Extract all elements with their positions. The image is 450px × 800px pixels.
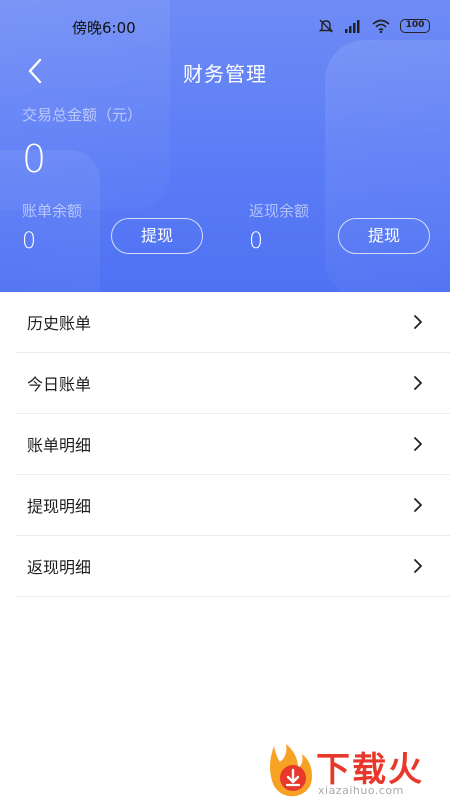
chevron-right-icon bbox=[414, 376, 422, 390]
finance-header: 傍晚6:00 100 财务管理 交易总金额（元） 0 账单余额 0 提现 返现余… bbox=[0, 0, 450, 292]
status-time: 傍晚6:00 bbox=[72, 19, 136, 37]
chevron-right-icon bbox=[414, 315, 422, 329]
withdraw-cashback-button[interactable]: 提现 bbox=[338, 218, 430, 254]
watermark-logo: 下载火 xiazaihuo.com bbox=[264, 738, 444, 800]
chevron-right-icon bbox=[414, 498, 422, 512]
cashback-balance-label: 返现余额 bbox=[249, 202, 310, 220]
total-amount-value: 0 bbox=[22, 137, 47, 181]
menu-item-cashback-details[interactable]: 返现明细 bbox=[16, 536, 450, 597]
cashback-balance-value: 0 bbox=[249, 229, 263, 254]
header-decoration bbox=[0, 150, 100, 292]
status-icons: 100 bbox=[318, 18, 430, 34]
withdraw-bill-button[interactable]: 提现 bbox=[111, 218, 203, 254]
chevron-right-icon bbox=[414, 559, 422, 573]
menu-item-withdraw-details[interactable]: 提现明细 bbox=[16, 475, 450, 536]
watermark-url-text: xiazaihuo.com bbox=[318, 784, 404, 797]
status-bar: 傍晚6:00 100 bbox=[0, 0, 450, 56]
menu-item-label: 今日账单 bbox=[27, 375, 92, 394]
wifi-icon bbox=[372, 19, 390, 33]
finance-menu-list: 历史账单 今日账单 账单明细 提现明细 返现明细 bbox=[16, 292, 450, 597]
menu-item-today-bills[interactable]: 今日账单 bbox=[16, 353, 450, 414]
menu-item-label: 提现明细 bbox=[27, 497, 92, 516]
battery-icon: 100 bbox=[400, 19, 430, 33]
menu-item-bill-details[interactable]: 账单明细 bbox=[16, 414, 450, 475]
menu-item-history-bills[interactable]: 历史账单 bbox=[16, 292, 450, 353]
menu-item-label: 账单明细 bbox=[27, 436, 92, 455]
flame-download-icon bbox=[270, 744, 312, 797]
total-amount-label: 交易总金额（元） bbox=[22, 106, 143, 124]
signal-icon bbox=[345, 20, 360, 33]
bill-balance-label: 账单余额 bbox=[22, 202, 83, 220]
chevron-right-icon bbox=[414, 437, 422, 451]
menu-item-label: 返现明细 bbox=[27, 558, 92, 577]
menu-item-label: 历史账单 bbox=[27, 314, 92, 333]
bill-balance-value: 0 bbox=[22, 229, 36, 254]
page-title: 财务管理 bbox=[183, 62, 267, 86]
mute-icon bbox=[318, 19, 334, 33]
